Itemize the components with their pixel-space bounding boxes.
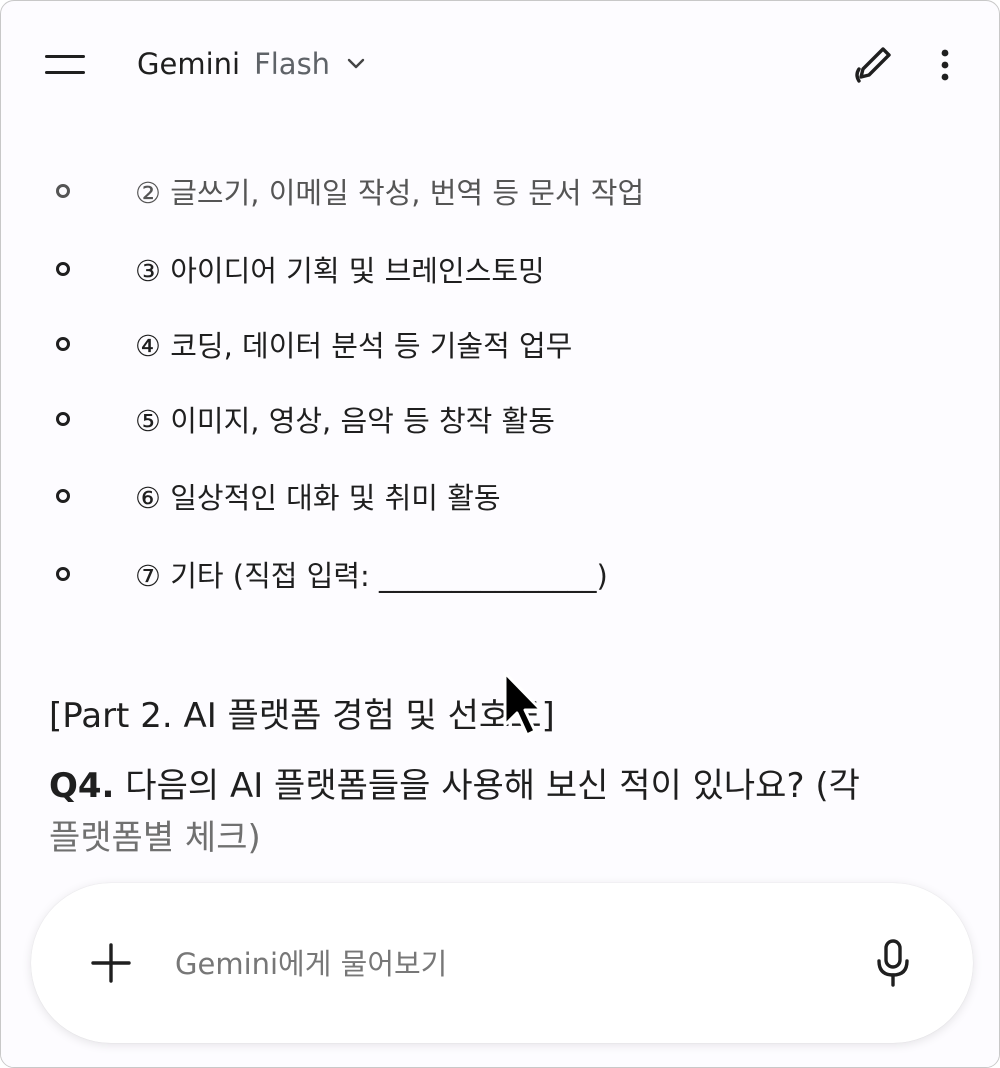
list-item-text: ⑤ 이미지, 영상, 음악 등 창작 활동	[135, 404, 555, 438]
list-item-text: ② 글쓰기, 이메일 작성, 번역 등 문서 작업	[135, 176, 645, 210]
top-app-bar: Gemini Flash	[1, 1, 999, 126]
add-attachment-button[interactable]	[87, 939, 135, 987]
app-window: Gemini Flash ② 글쓰기, 이메일 작성, 번역 등 문서 작업 ③…	[0, 0, 1000, 1068]
response-content: ② 글쓰기, 이메일 작성, 번역 등 문서 작업 ③ 아이디어 기획 및 브레…	[1, 126, 999, 886]
plus-icon	[91, 943, 131, 983]
mic-icon	[877, 939, 909, 987]
bullet-icon	[56, 412, 70, 426]
question-line-1: 다음의 AI 플랫폼들을 사용해 보신 적이 있나요? (각	[114, 766, 860, 806]
menu-button[interactable]	[37, 43, 93, 87]
prompt-input[interactable]	[173, 939, 857, 989]
question-line-2: 플랫폼별 체크)	[49, 818, 261, 858]
bullet-icon	[56, 262, 70, 276]
input-area	[1, 871, 999, 1067]
bullet-icon	[56, 184, 70, 198]
bullet-icon	[56, 567, 70, 581]
list-item-text: ⑦ 기타 (직접 입력: _______________)	[135, 559, 608, 593]
section-heading: [Part 2. AI 플랫폼 경험 및 선호도]	[49, 696, 555, 736]
bullet-icon	[56, 337, 70, 351]
list-item-text: ③ 아이디어 기획 및 브레인스토밍	[135, 254, 545, 288]
chevron-down-icon	[347, 58, 365, 69]
question-text: Q4. 다음의 AI 플랫폼들을 사용해 보신 적이 있나요? (각 플랫폼별 …	[49, 760, 949, 864]
model-name: Flash	[254, 47, 331, 81]
more-options-button[interactable]	[921, 41, 969, 89]
voice-input-button[interactable]	[869, 937, 917, 989]
edit-pen-icon	[855, 47, 891, 83]
list-item-text: ④ 코딩, 데이터 분석 등 기술적 업무	[135, 329, 573, 363]
question-number: Q4.	[49, 766, 115, 806]
more-vert-icon	[941, 49, 949, 81]
list-item-text: ⑥ 일상적인 대화 및 취미 활동	[135, 481, 501, 515]
model-selector[interactable]: Gemini Flash	[137, 43, 366, 85]
bullet-icon	[56, 489, 70, 503]
app-name: Gemini	[137, 47, 241, 81]
new-chat-button[interactable]	[849, 41, 897, 89]
prompt-bar	[31, 883, 973, 1043]
